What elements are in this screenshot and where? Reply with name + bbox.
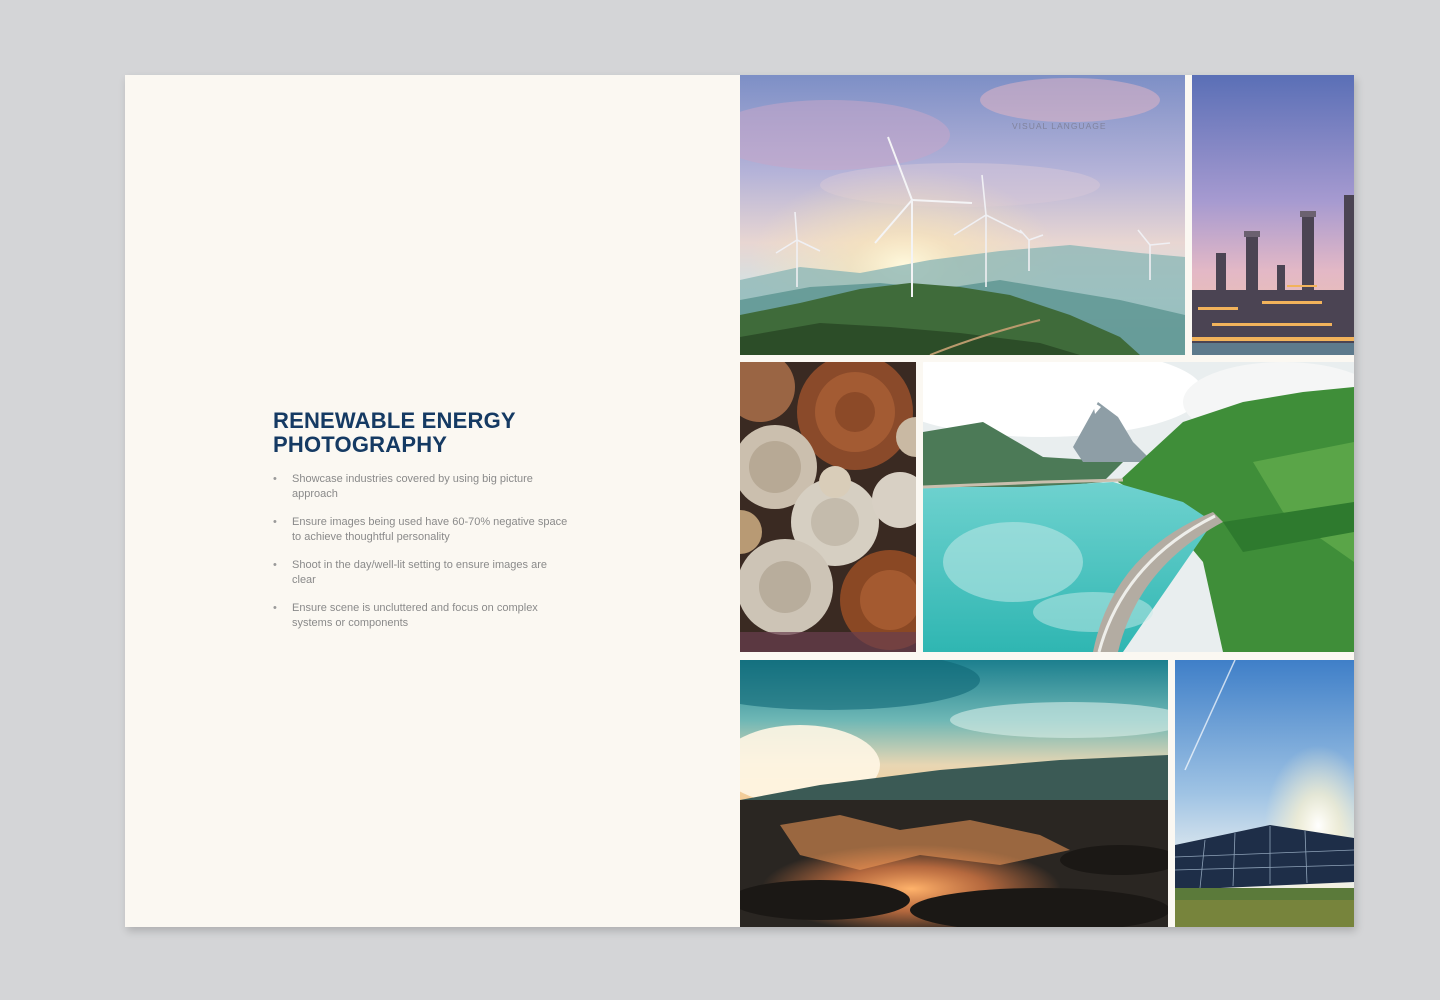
list-item: • Showcase industries covered by using bi…	[273, 472, 573, 501]
bullet-icon: •	[273, 516, 277, 528]
bullet-text: Ensure images being used have 60-70% neg…	[292, 516, 568, 543]
left-page: RENEWABLE ENERGY PHOTOGRAPHY • Showcase i…	[125, 75, 740, 927]
heading-line-1: RENEWABLE ENERGY	[273, 408, 516, 433]
dam-lake-photo	[923, 362, 1354, 652]
list-item: • Ensure scene is uncluttered and focus o…	[273, 601, 573, 630]
stacked-logs-photo	[740, 362, 916, 652]
bullet-icon: •	[273, 602, 277, 614]
wind-turbines-photo	[740, 75, 1185, 355]
solar-panels-photo	[1175, 660, 1354, 927]
bullet-icon: •	[273, 473, 277, 485]
list-item: • Ensure images being used have 60-70% ne…	[273, 515, 573, 544]
bullet-text: Showcase industries covered by using big…	[292, 473, 533, 500]
bullet-text: Ensure scene is uncluttered and focus on…	[292, 602, 538, 629]
bullet-icon: •	[273, 559, 277, 571]
lava-field-photo	[740, 660, 1168, 927]
brochure-spread: RENEWABLE ENERGY PHOTOGRAPHY • Showcase i…	[125, 75, 1354, 927]
bullet-text: Shoot in the day/well-lit setting to ens…	[292, 559, 547, 586]
page-heading: RENEWABLE ENERGY PHOTOGRAPHY	[273, 409, 603, 457]
heading-line-2: PHOTOGRAPHY	[273, 432, 448, 457]
power-plant-photo	[1192, 75, 1354, 355]
running-header: VISUAL LANGUAGE	[1012, 121, 1107, 131]
guideline-list: • Showcase industries covered by using bi…	[273, 472, 573, 644]
list-item: • Shoot in the day/well-lit setting to en…	[273, 558, 573, 587]
